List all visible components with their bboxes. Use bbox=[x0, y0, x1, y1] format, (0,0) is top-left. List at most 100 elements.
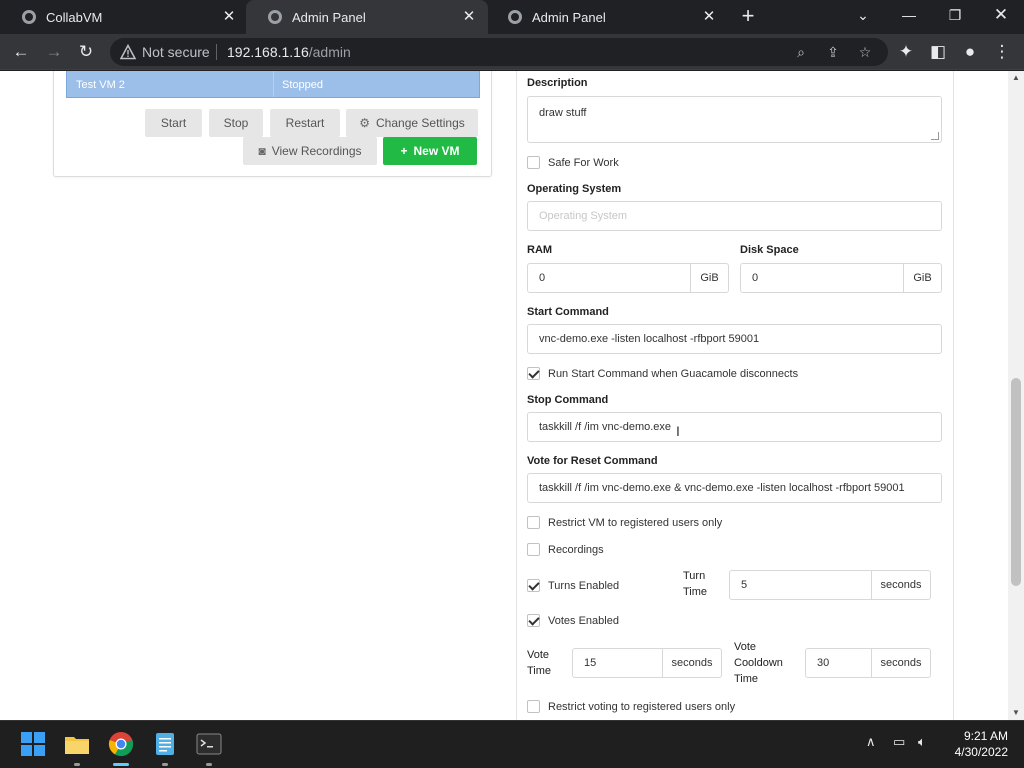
vote-cooldown-unit: seconds bbox=[871, 648, 931, 678]
scroll-down-arrow-icon[interactable]: ▼ bbox=[1008, 706, 1024, 720]
tab-admin-panel[interactable]: Admin Panel ✕ bbox=[486, 0, 728, 34]
tab-admin-panel-active[interactable]: Admin Panel ✕ bbox=[246, 0, 488, 34]
reload-button[interactable]: ↻ bbox=[74, 40, 98, 64]
address-bar[interactable]: Not secure 192.168.1.16/admin ⌕ ⇪ ☆ bbox=[110, 38, 888, 66]
turn-time-label-line2: Time bbox=[683, 586, 708, 598]
description-textarea[interactable]: draw stuff bbox=[527, 96, 942, 143]
tab-collabvm[interactable]: CollabVM ✕ bbox=[0, 0, 248, 34]
stop-command-input[interactable]: taskkill /f /im vnc-demo.exe bbox=[527, 412, 942, 442]
url-text[interactable]: 192.168.1.16/admin bbox=[227, 44, 351, 60]
restrict-vm-checkbox[interactable] bbox=[527, 516, 540, 529]
restore-button[interactable]: ❐ bbox=[932, 0, 978, 34]
close-tab-icon[interactable]: ✕ bbox=[220, 8, 238, 26]
close-tab-icon[interactable]: ✕ bbox=[700, 8, 718, 26]
page-scrollbar[interactable]: ▲ ▼ bbox=[1008, 71, 1024, 720]
ram-label: RAM bbox=[527, 244, 553, 256]
recordings-checkbox[interactable] bbox=[527, 543, 540, 556]
ram-input[interactable]: 0 bbox=[527, 263, 691, 293]
description-value: draw stuff bbox=[539, 107, 587, 119]
restrict-voting-checkbox[interactable] bbox=[527, 700, 540, 713]
tab-title: CollabVM bbox=[46, 9, 103, 25]
run-start-on-disconnect-label: Run Start Command when Guacamole disconn… bbox=[548, 368, 799, 380]
start-button[interactable]: Start bbox=[145, 109, 202, 137]
tab-title: Admin Panel bbox=[532, 9, 606, 25]
url-host: 192.168.1.16 bbox=[227, 44, 309, 60]
disk-unit: GiB bbox=[903, 263, 942, 293]
turns-enabled-label: Turns Enabled bbox=[548, 580, 620, 592]
globe-icon bbox=[508, 10, 522, 24]
new-vm-label: New VM bbox=[413, 144, 460, 158]
votes-enabled-label: Votes Enabled bbox=[548, 615, 619, 627]
chrome-active-indicator bbox=[113, 763, 129, 766]
reset-command-label: Vote for Reset Command bbox=[527, 455, 658, 467]
bookmark-star-icon[interactable]: ☆ bbox=[855, 42, 875, 62]
share-icon[interactable]: ⇪ bbox=[823, 42, 843, 62]
back-button[interactable]: ← bbox=[9, 40, 33, 64]
file-explorer-icon[interactable] bbox=[64, 731, 90, 757]
security-label[interactable]: Not secure bbox=[142, 44, 210, 60]
extensions-icon[interactable]: ✦ bbox=[894, 40, 918, 64]
forward-button[interactable]: → bbox=[42, 40, 66, 64]
restart-button[interactable]: Restart bbox=[270, 109, 340, 137]
windows-taskbar: ∧ ▭ 🔈︎ 9:21 AM 4/30/2022 bbox=[0, 720, 1024, 768]
terminal-icon[interactable] bbox=[196, 731, 222, 757]
globe-icon bbox=[22, 10, 36, 24]
vote-time-label-line2: Time bbox=[527, 665, 552, 677]
scrollbar-thumb[interactable] bbox=[1011, 378, 1021, 586]
vote-cooldown-label-line3: Time bbox=[734, 673, 759, 685]
os-input[interactable]: Operating System bbox=[527, 201, 942, 231]
chrome-icon[interactable] bbox=[108, 731, 134, 757]
resize-grip-icon[interactable] bbox=[931, 132, 939, 140]
os-label: Operating System bbox=[527, 183, 622, 195]
turn-time-label-line1: Turn bbox=[683, 570, 706, 582]
turn-time-input[interactable]: 5 bbox=[729, 570, 872, 600]
votes-enabled-checkbox[interactable] bbox=[527, 614, 540, 627]
show-hidden-icons-chevron-icon[interactable]: ∧ bbox=[866, 734, 876, 750]
disk-input[interactable]: 0 bbox=[740, 263, 904, 293]
close-tab-icon[interactable]: ✕ bbox=[460, 8, 478, 26]
omnibox-divider bbox=[216, 44, 217, 60]
start-command-input[interactable]: vnc-demo.exe -listen localhost -rfbport … bbox=[527, 324, 942, 354]
stop-button[interactable]: Stop bbox=[209, 109, 263, 137]
ram-unit: GiB bbox=[690, 263, 729, 293]
close-window-button[interactable]: ✕ bbox=[978, 0, 1024, 34]
notepad-running-indicator bbox=[162, 763, 168, 766]
vm-settings-form: Description draw stuff Safe For Work Ope… bbox=[516, 71, 954, 720]
notepad-icon[interactable] bbox=[152, 731, 178, 757]
menu-kebab-icon[interactable]: ⋮ bbox=[990, 40, 1014, 64]
network-icon[interactable]: ▭ bbox=[893, 734, 905, 750]
browser-tab-strip: CollabVM ✕ Admin Panel ✕ Admin Panel ✕ +… bbox=[0, 0, 1024, 34]
tab-title: Admin Panel bbox=[292, 9, 366, 25]
vote-time-input[interactable]: 15 bbox=[572, 648, 663, 678]
description-label: Description bbox=[527, 77, 588, 89]
vm-row-selected[interactable]: Test VM 2 Stopped bbox=[66, 71, 480, 98]
side-panel-icon[interactable]: ◧ bbox=[926, 40, 950, 64]
reset-command-input[interactable]: taskkill /f /im vnc-demo.exe & vnc-demo.… bbox=[527, 473, 942, 503]
vote-cooldown-input[interactable]: 30 bbox=[805, 648, 872, 678]
clock-time: 9:21 AM bbox=[963, 729, 1008, 743]
volume-icon[interactable]: 🔈︎ bbox=[918, 734, 926, 750]
vote-cooldown-label-line1: Vote bbox=[734, 641, 757, 653]
warning-icon[interactable] bbox=[120, 44, 136, 60]
text-cursor-icon: I bbox=[676, 423, 680, 439]
view-recordings-button[interactable]: ◙ View Recordings bbox=[243, 137, 377, 165]
tab-search-icon[interactable]: ⌄ bbox=[840, 0, 886, 34]
vote-time-unit: seconds bbox=[662, 648, 722, 678]
safe-for-work-checkbox[interactable] bbox=[527, 156, 540, 169]
change-settings-label: Change Settings bbox=[376, 116, 465, 130]
change-settings-button[interactable]: ⚙ Change Settings bbox=[346, 109, 478, 137]
system-clock[interactable]: 9:21 AM 4/30/2022 bbox=[955, 728, 1008, 760]
vm-status-cell: Stopped bbox=[273, 71, 323, 97]
terminal-running-indicator bbox=[206, 763, 212, 766]
browser-toolbar: ← → ↻ Not secure 192.168.1.16/admin ⌕ ⇪ … bbox=[0, 34, 1024, 70]
zoom-icon[interactable]: ⌕ bbox=[791, 42, 811, 62]
new-vm-button[interactable]: + New VM bbox=[383, 137, 477, 165]
new-tab-button[interactable]: + bbox=[738, 5, 758, 28]
scroll-up-arrow-icon[interactable]: ▲ bbox=[1008, 71, 1024, 85]
profile-icon[interactable]: ● bbox=[958, 40, 982, 64]
turns-enabled-checkbox[interactable] bbox=[527, 579, 540, 592]
vm-name-cell: Test VM 2 bbox=[76, 79, 125, 91]
minimize-button[interactable]: — bbox=[886, 0, 932, 34]
windows-start-icon[interactable] bbox=[20, 731, 46, 757]
run-start-on-disconnect-checkbox[interactable] bbox=[527, 367, 540, 380]
